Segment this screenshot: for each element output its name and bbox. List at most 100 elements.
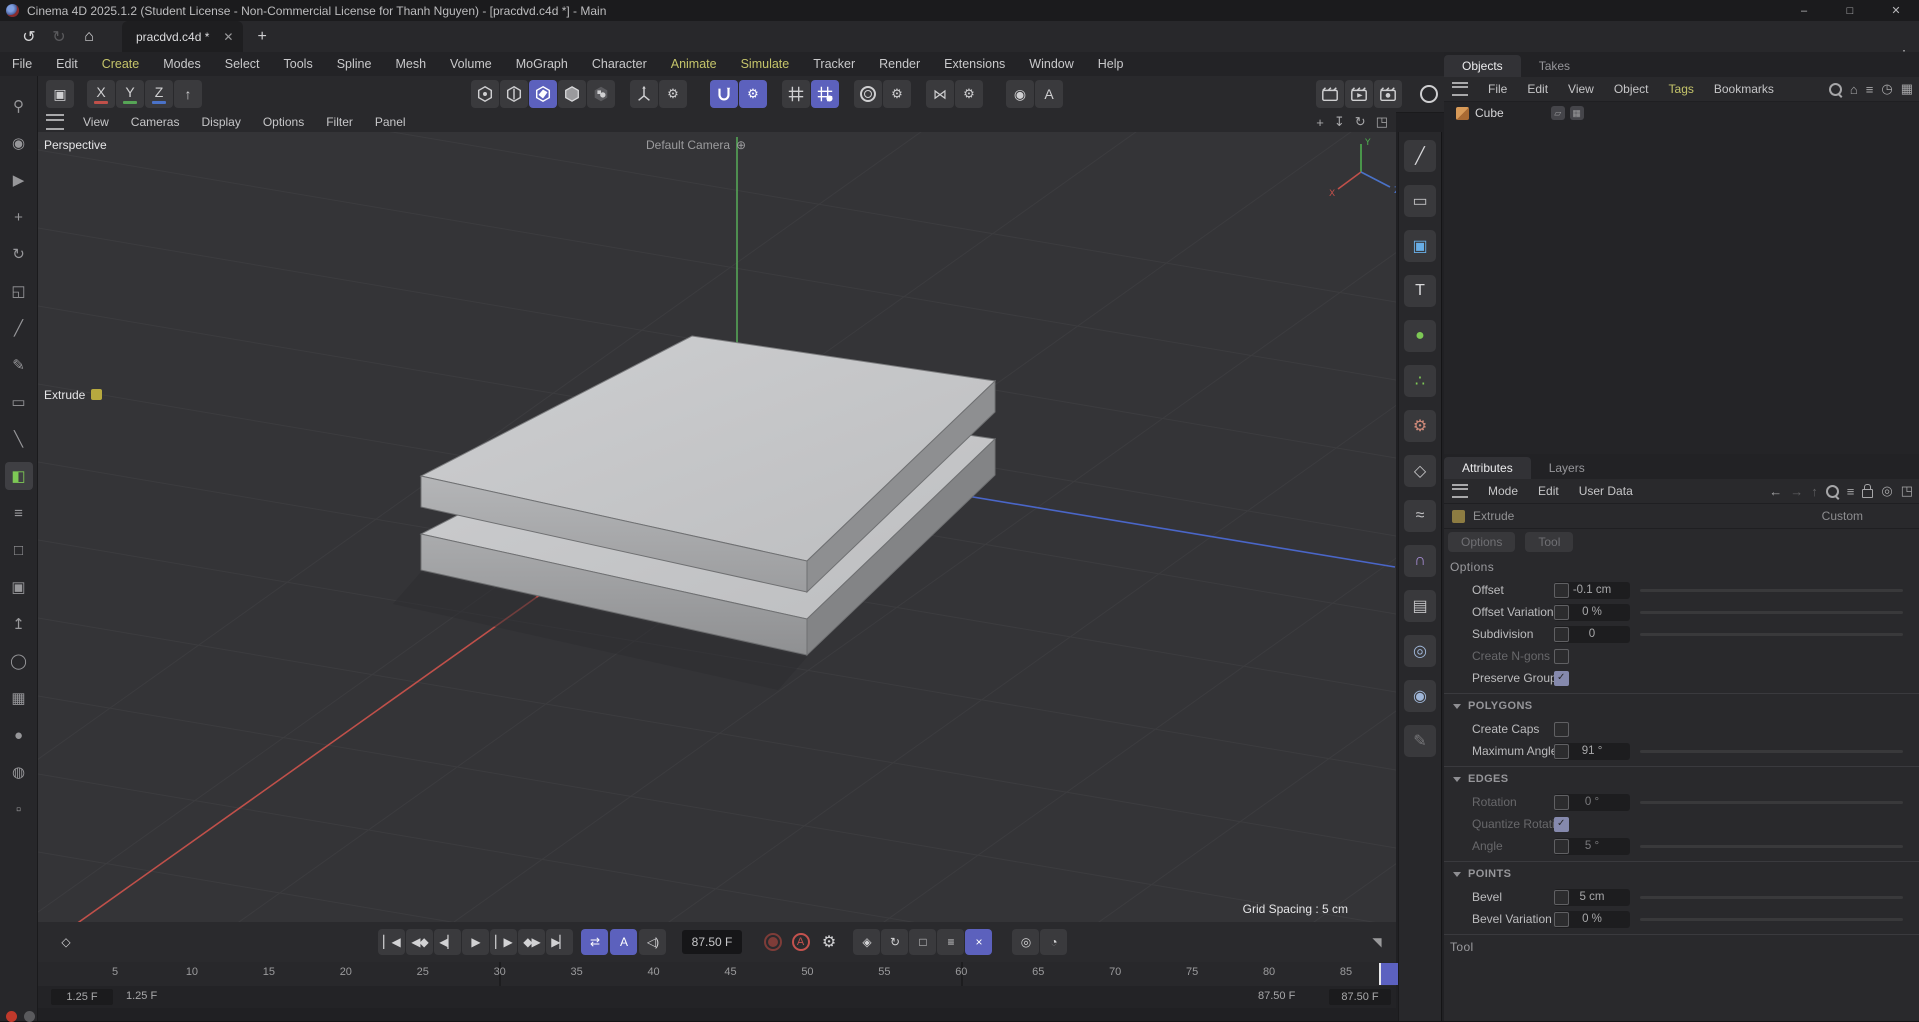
object-tag-icon-1[interactable]: ▱ xyxy=(1550,106,1565,120)
selection-tool[interactable]: ▶ xyxy=(5,166,33,194)
Create[interactable]: Create xyxy=(90,57,152,71)
camera-swap-icon[interactable]: ⊕ xyxy=(736,138,746,152)
checkbox[interactable] xyxy=(1554,626,1569,642)
workplane-lock-icon[interactable] xyxy=(811,80,839,108)
checkbox[interactable] xyxy=(1554,721,1569,737)
volume-builder-tool[interactable]: ◇ xyxy=(1404,455,1436,487)
viewport-menu-cameras[interactable]: Cameras xyxy=(120,115,191,129)
maximum-angle-row[interactable]: Maximum Angle 91 ° xyxy=(1444,740,1919,762)
cube-object-label[interactable]: Cube xyxy=(1475,106,1504,120)
zoom-view-icon[interactable]: ↧ xyxy=(1334,114,1345,130)
viewport-menu-options[interactable]: Options xyxy=(252,115,315,129)
File[interactable]: File xyxy=(0,57,44,71)
rotation-row[interactable]: Rotation 0 ° xyxy=(1444,791,1919,813)
object-mode-button[interactable] xyxy=(587,80,615,108)
objects-menu-edit[interactable]: Edit xyxy=(1517,82,1558,96)
sphere-tool[interactable]: ● xyxy=(5,721,33,749)
slider-track[interactable] xyxy=(1640,917,1903,921)
attributes-popout-icon[interactable]: ◳ xyxy=(1901,483,1913,499)
primitive-cube-tool[interactable]: ▣ xyxy=(1404,230,1436,262)
angle-row[interactable]: Angle 5 ° xyxy=(1444,835,1919,857)
z-axis-lock-button[interactable]: Z xyxy=(145,80,173,108)
goto-prev-frame-button[interactable]: ◀▏ xyxy=(434,929,461,955)
cube-tool[interactable]: □ xyxy=(5,536,33,564)
viewport-menu-panel[interactable]: Panel xyxy=(364,115,417,129)
section-tool-header[interactable]: Tool xyxy=(1444,935,1919,959)
slider-track[interactable] xyxy=(1640,895,1903,899)
detail-tool[interactable]: ▫ xyxy=(5,795,33,823)
rotate-tool[interactable]: ↻ xyxy=(5,240,33,268)
play-button[interactable]: ▶ xyxy=(462,929,489,955)
pen-tool[interactable]: ╱ xyxy=(5,314,33,342)
spline-pen-tool[interactable]: ╱ xyxy=(1404,140,1436,172)
slider-track[interactable] xyxy=(1640,749,1903,753)
create-caps-row[interactable]: Create Caps xyxy=(1444,718,1919,740)
objects-filter-icon[interactable]: ≡ xyxy=(1866,82,1874,97)
key-position-icon[interactable]: ◈ xyxy=(853,929,880,955)
snap-toggle-button[interactable] xyxy=(710,80,738,108)
viewport-menu-display[interactable]: Display xyxy=(190,115,251,129)
offset-variation-row[interactable]: Offset Variation 0 % xyxy=(1444,601,1919,623)
key-filter-icon[interactable]: × xyxy=(965,929,992,955)
maximize-button[interactable]: □ xyxy=(1827,0,1873,21)
Modes[interactable]: Modes xyxy=(151,57,213,71)
document-tab[interactable]: pracdvd.c4d * ✕ xyxy=(122,21,244,52)
timeline-expand-icon[interactable]: ◥ xyxy=(1363,929,1390,955)
checkbox[interactable] xyxy=(1554,648,1569,664)
Select[interactable]: Select xyxy=(213,57,272,71)
section-options-header[interactable]: Options xyxy=(1444,555,1919,579)
goto-end-button[interactable]: ▶▏ xyxy=(546,929,573,955)
attributes-menu-edit[interactable]: Edit xyxy=(1528,484,1569,498)
polygon-mode-button[interactable] xyxy=(529,80,557,108)
goto-next-key-button[interactable]: ◆▶ xyxy=(518,929,545,955)
rotate-view-icon[interactable]: ↻ xyxy=(1355,114,1366,130)
extrude-tool[interactable]: ◧ xyxy=(4,462,33,490)
home-icon[interactable]: ⌂ xyxy=(74,25,104,49)
export-tool[interactable]: ↥ xyxy=(5,610,33,638)
tab-attributes[interactable]: Attributes xyxy=(1444,457,1531,479)
x-axis-lock-button[interactable]: X xyxy=(87,80,115,108)
objects-menu-file[interactable]: File xyxy=(1478,82,1517,96)
tab-layers[interactable]: Layers xyxy=(1531,457,1603,479)
checkbox[interactable] xyxy=(1554,838,1569,854)
record-button[interactable] xyxy=(759,929,786,955)
objects-menu-view[interactable]: View xyxy=(1558,82,1604,96)
marker-icon[interactable]: ◇ xyxy=(52,929,79,955)
Tracker[interactable]: Tracker xyxy=(801,57,867,71)
render-settings-button[interactable] xyxy=(1374,80,1402,108)
Mesh[interactable]: Mesh xyxy=(383,57,438,71)
Animate[interactable]: Animate xyxy=(659,57,729,71)
interactive-render-region-button[interactable] xyxy=(1415,80,1443,108)
shading-tool[interactable]: ◍ xyxy=(5,758,33,786)
minimize-button[interactable]: – xyxy=(1781,0,1827,21)
pan-view-icon[interactable]: + xyxy=(1316,115,1324,130)
attributes-menu-mode[interactable]: Mode xyxy=(1478,484,1528,498)
Edit[interactable]: Edit xyxy=(44,57,90,71)
text-object-tool[interactable]: T xyxy=(1404,275,1436,307)
y-axis-lock-button[interactable]: Y xyxy=(116,80,144,108)
object-tag-icon-2[interactable]: ▦ xyxy=(1569,106,1584,120)
Character[interactable]: Character xyxy=(580,57,659,71)
render-picture-viewer-button[interactable] xyxy=(1345,80,1373,108)
objects-home-icon[interactable]: ⌂ xyxy=(1850,82,1858,97)
viewport-scene[interactable]: Y X Z xyxy=(38,132,1396,922)
range-end-field[interactable]: 87.50 F xyxy=(1329,989,1391,1005)
objects-clock-icon[interactable]: ◷ xyxy=(1881,81,1892,97)
section-polygons-header[interactable]: POLYGONS xyxy=(1444,694,1919,718)
goto-prev-key-button[interactable]: ◀◆ xyxy=(406,929,433,955)
slider-track[interactable] xyxy=(1640,588,1903,592)
Spline[interactable]: Spline xyxy=(325,57,384,71)
MoGraph[interactable]: MoGraph xyxy=(504,57,580,71)
autokey-track-icon[interactable]: A xyxy=(610,929,637,955)
section-edges-header[interactable]: EDGES xyxy=(1444,767,1919,791)
Tools[interactable]: Tools xyxy=(272,57,325,71)
axis-settings-gear-icon[interactable]: ⚙ xyxy=(659,80,687,108)
Window[interactable]: Window xyxy=(1017,57,1085,71)
close-button[interactable]: ✕ xyxy=(1873,0,1919,21)
attributes-lock-icon[interactable] xyxy=(1862,483,1874,498)
spline-primitive-tool[interactable]: ▭ xyxy=(1404,185,1436,217)
keying-settings-gear-icon[interactable]: ⚙ xyxy=(815,929,842,955)
objects-tree[interactable]: Cube ▱ ▦ xyxy=(1444,102,1919,454)
zoom-tool[interactable]: ⚲ xyxy=(5,92,33,120)
checkbox[interactable] xyxy=(1554,604,1569,620)
